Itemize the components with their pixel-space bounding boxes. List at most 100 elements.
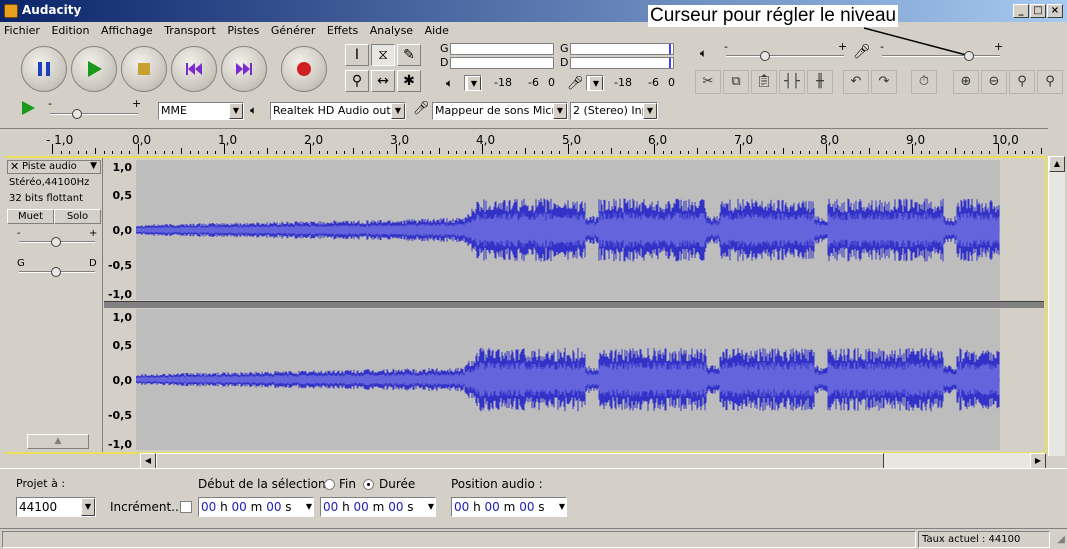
ruler-tick — [697, 148, 698, 154]
track-pan-thumb[interactable] — [51, 267, 61, 277]
output-volume-thumb[interactable] — [760, 51, 770, 61]
input-volume-thumb[interactable] — [964, 51, 974, 61]
output-volume-slider[interactable] — [726, 55, 844, 57]
stop-button[interactable] — [121, 46, 167, 92]
waveform-left-channel[interactable] — [136, 160, 1000, 300]
menu-affichage[interactable]: Affichage — [97, 22, 157, 39]
envelope-tool-button[interactable]: ⧖ — [371, 44, 395, 66]
scale-label: -0,5 — [107, 409, 132, 422]
status-bar: Taux actuel : 44100 ◢ — [0, 528, 1067, 549]
maximize-button[interactable]: □ — [1030, 4, 1046, 18]
horizontal-scroll-thumb[interactable] — [156, 453, 884, 469]
selection-end-time[interactable]: 00 h 00 m 00 s ▼ — [320, 497, 436, 517]
ruler-tick — [181, 148, 182, 154]
ruler-tick — [568, 144, 569, 154]
sync-lock-button[interactable]: ⏱ — [911, 70, 937, 94]
menu-pistes[interactable]: Pistes — [223, 22, 263, 39]
close-button[interactable]: × — [1047, 4, 1063, 18]
timeshift-tool-button[interactable]: ↔ — [371, 70, 395, 92]
scroll-up-button[interactable]: ▲ — [1049, 156, 1065, 172]
ruler-tick — [310, 144, 311, 154]
mute-button[interactable]: Muet — [7, 209, 54, 224]
play-meter-right[interactable] — [450, 57, 554, 69]
play-meter-menu[interactable]: ▼ — [464, 75, 482, 91]
ruler-tick — [95, 148, 96, 154]
play-at-speed-button[interactable] — [20, 100, 36, 119]
snap-to-label: Incrément... — [110, 500, 183, 514]
paste-button[interactable]: 📋︎ — [751, 70, 777, 94]
menu-aide[interactable]: Aide — [421, 22, 453, 39]
play-button[interactable] — [71, 46, 117, 92]
menu-transport[interactable]: Transport — [160, 22, 220, 39]
undo-button[interactable]: ↶ — [843, 70, 869, 94]
ruler-tick — [404, 151, 406, 154]
timeline-ruler[interactable]: - 1,0 0,0 1,0 2,0 3,0 4,0 5,0 6,0 7,0 8,0 9,0 10,0 — [0, 128, 1048, 154]
trim-button[interactable]: ┤├ — [779, 70, 805, 94]
slider-max-label: + — [132, 97, 142, 110]
ruler-tick — [507, 151, 509, 154]
solo-button[interactable]: Solo — [54, 209, 101, 224]
track-gain-thumb[interactable] — [51, 237, 61, 247]
duration-radio[interactable] — [363, 479, 374, 490]
end-radio[interactable] — [324, 479, 335, 490]
selection-tool-button[interactable]: I — [345, 44, 369, 66]
redo-button[interactable]: ↷ — [871, 70, 897, 94]
draw-tool-button[interactable]: ✎ — [397, 44, 421, 66]
output-device-select[interactable]: Realtek HD Audio outpu ▼ — [270, 102, 406, 120]
menu-analyse[interactable]: Analyse — [366, 22, 417, 39]
scroll-right-button[interactable]: ▶ — [1030, 453, 1046, 469]
ruler-tick — [550, 151, 552, 154]
fit-selection-button[interactable]: ⚲ — [1009, 70, 1035, 94]
ruler-tick — [258, 151, 260, 154]
skip-start-button[interactable] — [171, 46, 217, 92]
project-rate-select[interactable]: 44100 ▼ — [16, 497, 96, 517]
audio-position-time[interactable]: 00 h 00 m 00 s ▼ — [451, 497, 567, 517]
chevron-down-icon[interactable]: ▼ — [559, 498, 565, 516]
multi-tool-button[interactable]: ✱ — [397, 70, 421, 92]
vertical-scrollbar[interactable]: ▲ — [1048, 156, 1065, 456]
zoom-in-button[interactable]: ⊕ — [953, 70, 979, 94]
audio-host-select[interactable]: MME ▼ — [158, 102, 244, 120]
silence-button[interactable]: ╫ — [807, 70, 833, 94]
track-name-menu[interactable]: ✕ Piste audio ▼ — [7, 160, 101, 174]
input-volume-slider[interactable] — [882, 55, 1000, 57]
input-device-select[interactable]: Mappeur de sons Micros ▼ — [432, 102, 568, 120]
play-speed-slider[interactable] — [50, 113, 138, 115]
chevron-down-icon[interactable]: ▼ — [428, 498, 434, 516]
ruler-label: 2,0 — [304, 133, 324, 147]
record-button[interactable] — [281, 46, 327, 92]
record-icon — [282, 47, 326, 91]
menu-generer[interactable]: Générer — [267, 22, 320, 39]
menu-edition[interactable]: Edition — [47, 22, 93, 39]
skip-end-button[interactable] — [221, 46, 267, 92]
minimize-button[interactable]: _ — [1013, 4, 1029, 18]
snap-to-checkbox[interactable] — [180, 501, 192, 513]
play-speed-thumb[interactable] — [72, 109, 82, 119]
horizontal-scrollbar[interactable]: ◀ ▶ — [140, 453, 1046, 469]
zoom-tool-button[interactable]: ⚲ — [345, 70, 369, 92]
menu-effets[interactable]: Effets — [323, 22, 362, 39]
selection-start-label: Début de la sélection — [198, 477, 326, 491]
menu-fichier[interactable]: Fichier — [0, 22, 44, 39]
collapse-track-button[interactable]: ▲ — [27, 434, 89, 449]
waveform-right-channel[interactable] — [136, 309, 1000, 450]
cut-button[interactable]: ✂ — [695, 70, 721, 94]
ruler-tick — [155, 151, 157, 154]
selection-start-time[interactable]: 00 h 00 m 00 s ▼ — [198, 497, 314, 517]
resize-grip-icon[interactable]: ◢ — [1057, 534, 1065, 545]
record-meter-menu[interactable]: ▼ — [586, 75, 604, 91]
zoom-out-button[interactable]: ⊖ — [981, 70, 1007, 94]
record-meter-left[interactable] — [570, 43, 674, 55]
copy-button[interactable]: ⧉ — [723, 70, 749, 94]
scroll-left-button[interactable]: ◀ — [140, 453, 156, 469]
ruler-tick — [378, 151, 380, 154]
ruler-tick — [679, 151, 681, 154]
slider-max-label: + — [838, 40, 848, 53]
fit-project-button[interactable]: ⚲ — [1037, 70, 1063, 94]
pause-button[interactable] — [21, 46, 67, 92]
record-meter-right[interactable] — [570, 57, 674, 69]
input-channels-select[interactable]: 2 (Stereo) Inp ▼ — [570, 102, 658, 120]
play-meter-left[interactable] — [450, 43, 554, 55]
track-close-icon[interactable]: ✕ — [10, 160, 19, 173]
chevron-down-icon[interactable]: ▼ — [306, 498, 312, 516]
